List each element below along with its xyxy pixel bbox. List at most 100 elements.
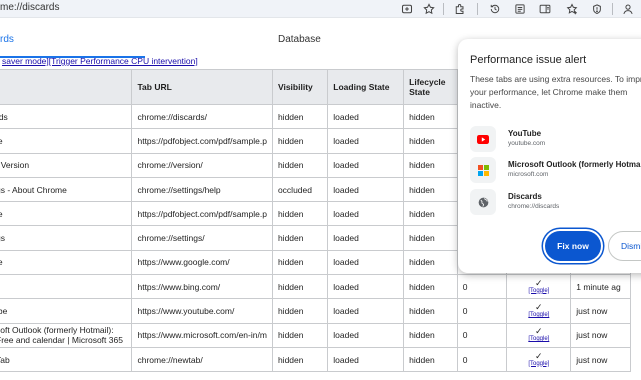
- cell-visibility: hidden: [271, 201, 329, 227]
- cell-loading-state: loaded: [327, 249, 405, 276]
- column-header-lifecycle-state[interactable]: Lifecycle State: [403, 69, 458, 105]
- popup-tab-domain: youtube.com: [508, 140, 546, 147]
- table-row: https://www.bing.com/hidden loaded hidden 0…: [0, 274, 631, 300]
- cell-lifecycle-state: hidden: [403, 298, 458, 324]
- column-header-title[interactable]: [0, 69, 133, 105]
- cell-lifecycle-state: hidden: [403, 128, 458, 154]
- cell-col5: 0: [456, 322, 508, 348]
- cell-tab-title: Tab: [0, 346, 133, 373]
- browser-toolbar: me://discards: [0, 0, 641, 18]
- column-header-visibility[interactable]: Visibility: [271, 69, 329, 105]
- popup-tab-title: Microsoft Outlook (formerly Hotmail): [508, 160, 641, 169]
- cell-loading-state: loaded: [327, 176, 405, 203]
- reading-list-icon[interactable]: [512, 1, 528, 17]
- cell-col5: 0: [456, 298, 508, 324]
- cell-lifecycle-state: hidden: [403, 274, 458, 300]
- checkmark-icon: ✓: [535, 302, 543, 313]
- trigger-cpu-intervention-link[interactable]: [Trigger Performance CPU intervention]: [49, 56, 198, 66]
- checkmark-icon: ✓: [535, 350, 543, 361]
- column-header-tab-url[interactable]: Tab URL: [131, 69, 273, 105]
- cell-lifecycle-state: hidden: [403, 346, 458, 373]
- cell-visibility: hidden: [271, 225, 329, 251]
- cell-last-active: 1 minute ag: [570, 274, 631, 300]
- cell-loading-state: loaded: [327, 274, 405, 300]
- cell-tab-title: soft Outlook (formerly Hotmail): Free an…: [0, 322, 133, 348]
- cell-visibility: occluded: [271, 176, 329, 203]
- side-panel-icon[interactable]: [537, 1, 553, 17]
- cell-lifecycle-state: hidden: [403, 152, 458, 178]
- cell-tab-title: le: [0, 201, 133, 227]
- cell-lifecycle-state: hidden: [403, 322, 458, 348]
- popup-tab-domain: chrome://discards: [508, 203, 560, 210]
- popup-tab-domain: microsoft.com: [508, 171, 549, 178]
- tab-database[interactable]: Database: [278, 34, 321, 45]
- toolbar-separator: [477, 3, 478, 15]
- table-row: ibehttps://www.youtube.com/hiddenloadedh…: [0, 298, 631, 324]
- cell-last-active: just now: [570, 298, 631, 324]
- fix-now-button[interactable]: Fix now: [545, 231, 601, 261]
- cell-loading-state: loaded: [327, 322, 405, 348]
- cell-tab-title: gs: [0, 225, 133, 251]
- cell-tab-url: https://www.microsoft.com/en-in/m: [131, 322, 273, 348]
- cell-visibility: hidden: [271, 103, 329, 130]
- cell-tab-url: chrome://discards/: [131, 103, 273, 130]
- cell-tab-url: chrome://settings/help: [131, 176, 273, 203]
- cell-auto-discardable: ✓[Toggle]: [506, 322, 572, 348]
- cell-tab-url: chrome://version/: [131, 152, 273, 178]
- popup-title: Performance issue alert: [470, 54, 587, 66]
- tab-discards[interactable]: rds: [0, 34, 14, 45]
- cell-lifecycle-state: hidden: [403, 176, 458, 203]
- popup-tab-item-discards: Discards chrome://discards: [470, 189, 641, 217]
- cell-visibility: hidden: [271, 152, 329, 178]
- cell-tab-title: le: [0, 128, 133, 154]
- cell-col5: 0: [456, 346, 508, 373]
- performance-icon[interactable]: [589, 1, 605, 17]
- bookmark-star-icon[interactable]: [421, 1, 437, 17]
- cell-auto-discardable: ✓[Toggle]: [506, 298, 572, 324]
- cell-lifecycle-state: hidden: [403, 201, 458, 227]
- cell-tab-title: rds: [0, 103, 133, 130]
- address-bar-url[interactable]: me://discards: [0, 2, 59, 13]
- checkmark-icon: ✓: [535, 326, 543, 337]
- dismiss-button[interactable]: Dismiss: [608, 231, 641, 261]
- cell-visibility: hidden: [271, 249, 329, 276]
- toggle-link[interactable]: [Toggle]: [512, 311, 565, 319]
- extensions-puzzle-icon[interactable]: [452, 1, 468, 17]
- popup-tab-item-youtube: YouTube youtube.com: [470, 126, 641, 154]
- cell-tab-url: https://www.youtube.com/: [131, 298, 273, 324]
- table-row: soft Outlook (formerly Hotmail): Free an…: [0, 322, 631, 348]
- cell-tab-title: gs - About Chrome: [0, 176, 133, 203]
- cell-loading-state: loaded: [327, 346, 405, 373]
- youtube-icon: [470, 126, 496, 152]
- toggle-link[interactable]: [Toggle]: [512, 360, 565, 368]
- cell-tab-url: https://www.google.com/: [131, 249, 273, 276]
- cell-visibility: hidden: [271, 274, 329, 300]
- action-links: saver mode][Trigger Performance CPU inte…: [2, 56, 198, 66]
- cell-loading-state: loaded: [327, 128, 405, 154]
- popup-description: These tabs are using extra resources. To…: [470, 74, 641, 110]
- cell-visibility: hidden: [271, 346, 329, 373]
- column-header-loading-state[interactable]: Loading State: [327, 69, 405, 105]
- toggle-link[interactable]: [Toggle]: [512, 335, 565, 343]
- profile-icon[interactable]: [620, 1, 636, 17]
- toggle-link[interactable]: [Toggle]: [512, 287, 565, 295]
- cell-tab-title: le: [0, 249, 133, 276]
- cell-auto-discardable: ✓[Toggle]: [506, 346, 572, 373]
- cell-loading-state: loaded: [327, 225, 405, 251]
- toggle-saver-mode-link[interactable]: saver mode]: [2, 56, 49, 66]
- cell-lifecycle-state: hidden: [403, 249, 458, 276]
- cell-tab-title: t Version: [0, 152, 133, 178]
- popup-tab-item-microsoft: Microsoft Outlook (formerly Hotmail) mic…: [470, 157, 641, 185]
- performance-issue-popup: Performance issue alert These tabs are u…: [458, 39, 641, 273]
- history-icon[interactable]: [487, 1, 503, 17]
- popup-tab-title: YouTube: [508, 129, 542, 138]
- cell-visibility: hidden: [271, 298, 329, 324]
- cell-last-active: just now: [570, 346, 631, 373]
- toolbar-separator: [443, 3, 444, 15]
- cell-tab-url: https://pdfobject.com/pdf/sample.p: [131, 201, 273, 227]
- bookmarks-icon[interactable]: [564, 1, 580, 17]
- cell-tab-url: chrome://settings/: [131, 225, 273, 251]
- toolbar-separator: [612, 3, 613, 15]
- install-app-icon[interactable]: [399, 1, 415, 17]
- globe-icon: [470, 189, 496, 215]
